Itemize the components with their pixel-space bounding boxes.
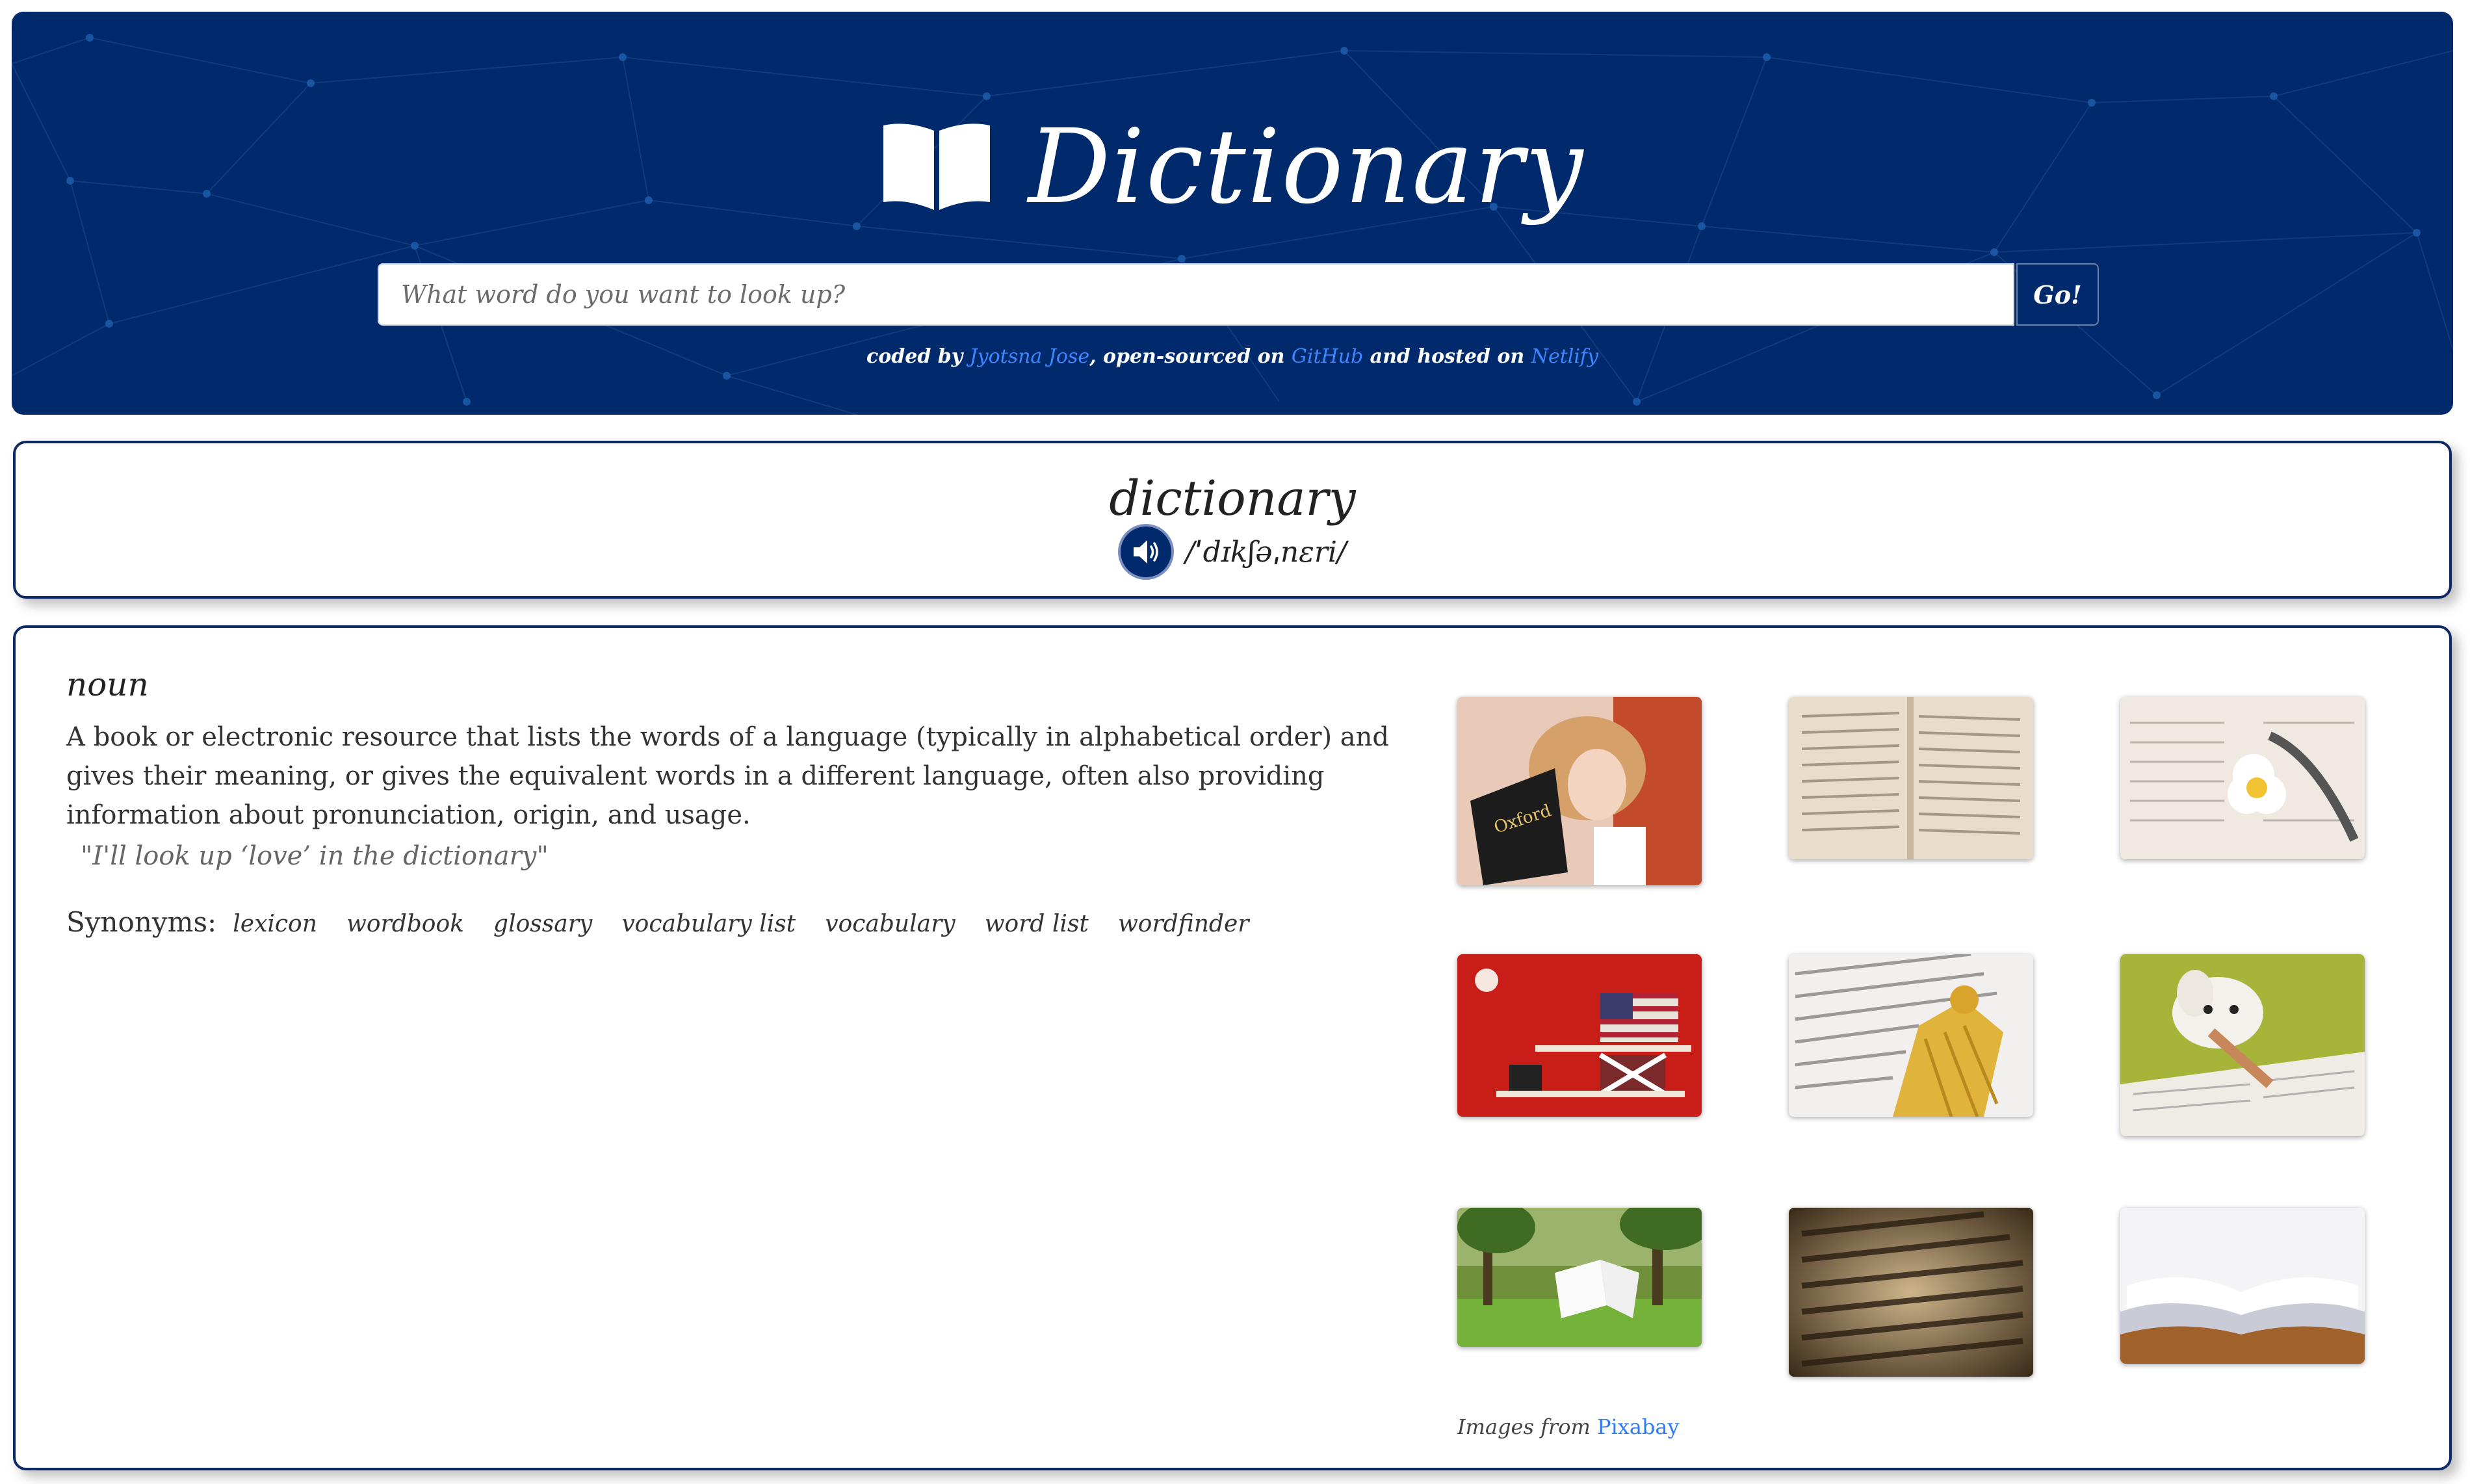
credits-coded-by: coded by (866, 345, 963, 368)
credits-hosted-on: and hosted on (1370, 345, 1525, 368)
synonym-item[interactable]: vocabulary (825, 911, 955, 937)
synonym-item[interactable]: glossary (493, 911, 592, 937)
word-title: dictionary (1109, 471, 1356, 527)
image-shelf-with-flags[interactable] (1457, 954, 1702, 1117)
speaker-icon (1134, 540, 1158, 564)
github-link[interactable]: GitHub (1292, 345, 1363, 368)
synonyms-list: Synonyms: lexicon wordbook glossary voca… (66, 906, 1275, 938)
definition-card: noun A book or electronic resource that … (13, 625, 2452, 1470)
app-title: Dictionary (1028, 107, 1585, 227)
image-dictionary-pages[interactable] (1789, 697, 2033, 859)
synonym-item[interactable]: wordbook (346, 911, 464, 937)
synonym-item[interactable]: wordfinder (1118, 911, 1249, 937)
image-open-book-on-table[interactable] (2120, 1208, 2365, 1364)
search-bar: Go! (378, 263, 2100, 328)
images-credit-prefix: Images from (1457, 1414, 1591, 1439)
author-link[interactable]: Jyotsna Jose (970, 345, 1089, 368)
image-toy-dog-on-book[interactable] (2120, 954, 2365, 1136)
images-credit: Images from Pixabay (1457, 1414, 1680, 1439)
word-card: dictionary /ˈdɪkʃəˌnɛri/ (13, 441, 2452, 599)
play-pronunciation-button[interactable] (1118, 524, 1175, 580)
synonym-item[interactable]: word list (985, 911, 1089, 937)
header-banner: Dictionary Go! coded by Jyotsna Jose, op… (12, 12, 2453, 415)
book-icon (881, 122, 993, 213)
image-girl-reading-dictionary[interactable]: Oxford (1457, 697, 1702, 885)
synonym-item[interactable]: lexicon (233, 911, 317, 937)
search-input[interactable] (378, 263, 2014, 326)
image-dictionary-closeup-collaborate[interactable] (1789, 1208, 2033, 1377)
brand: Dictionary (12, 116, 2453, 218)
part-of-speech: noun (66, 666, 149, 703)
definition-text: A book or electronic resource that lists… (66, 722, 1389, 830)
synonym-item[interactable]: vocabulary list (621, 911, 796, 937)
pixabay-link[interactable]: Pixabay (1597, 1414, 1680, 1439)
example-text: "I'll look up ‘love’ in the dictionary" (81, 841, 549, 871)
image-dictionary-with-tassel[interactable] (1789, 954, 2033, 1117)
pronunciation-row: /ˈdɪkʃəˌnɛri/ (16, 524, 2449, 580)
netlify-link[interactable]: Netlify (1531, 345, 1598, 368)
credits-open-sourced: , open-sourced on (1089, 345, 1285, 368)
go-button[interactable]: Go! (2016, 263, 2099, 326)
image-daisy-on-dictionary[interactable] (2120, 697, 2365, 859)
image-book-in-park[interactable] (1457, 1208, 1702, 1347)
phonetic-text: /ˈdɪkʃəˌnɛri/ (1185, 535, 1347, 569)
synonyms-label: Synonyms: (66, 906, 217, 938)
credits-line: coded by Jyotsna Jose, open-sourced on G… (12, 345, 2453, 368)
